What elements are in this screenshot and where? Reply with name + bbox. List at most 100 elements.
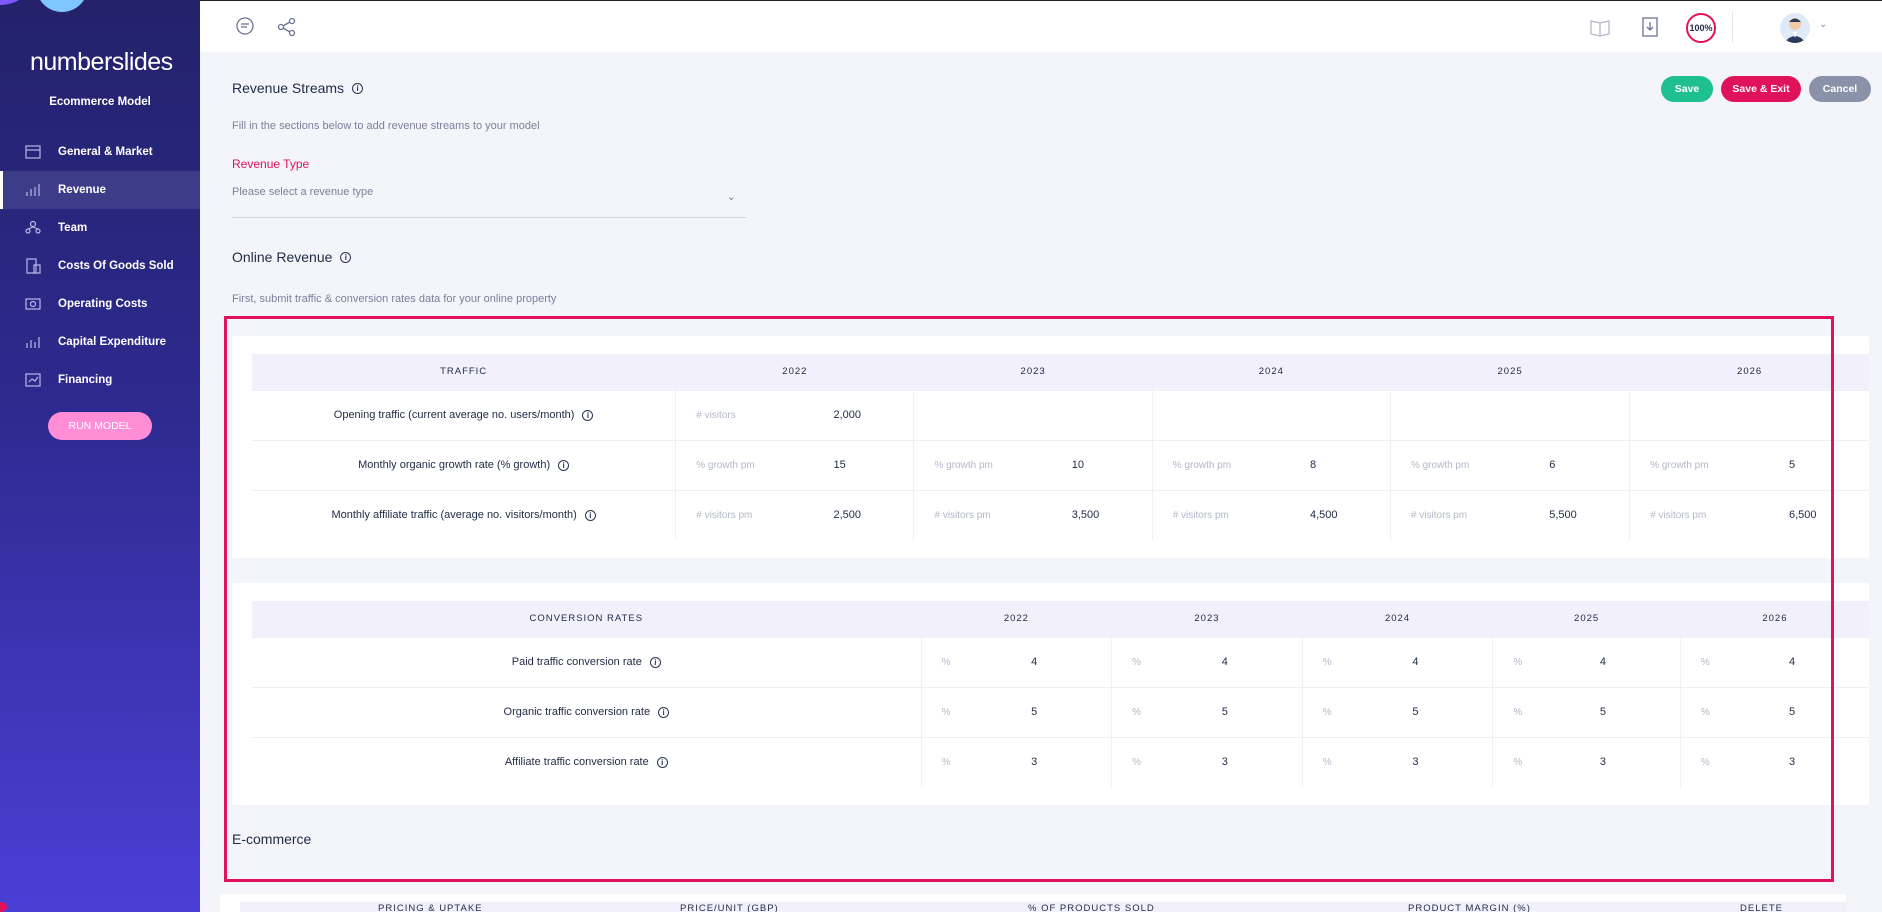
input-cell[interactable]: % 3 bbox=[1301, 736, 1493, 787]
cell-value[interactable]: 6,500 bbox=[1789, 509, 1849, 521]
sidebar-item-financing[interactable]: Financing bbox=[0, 361, 200, 399]
unit-label: # visitors bbox=[696, 409, 736, 421]
cell-value[interactable]: 6 bbox=[1549, 459, 1609, 471]
info-icon[interactable]: i bbox=[656, 756, 668, 768]
unit-label: % bbox=[941, 656, 951, 668]
input-cell[interactable]: % 3 bbox=[1492, 736, 1681, 787]
sidebar: numberslides Ecommerce Model General & M… bbox=[0, 0, 200, 912]
info-icon[interactable]: i bbox=[582, 409, 594, 421]
input-cell[interactable]: % 5 bbox=[1492, 686, 1681, 737]
share-icon[interactable] bbox=[276, 16, 298, 38]
cell-value[interactable]: 3 bbox=[1789, 756, 1849, 768]
cell-value[interactable]: 5 bbox=[1031, 706, 1091, 718]
comment-icon[interactable] bbox=[234, 16, 256, 38]
input-cell[interactable]: % growth pm 10 bbox=[913, 439, 1153, 490]
column-header: DELETE bbox=[1740, 903, 1783, 912]
input-cell[interactable]: # visitors pm 3,500 bbox=[913, 489, 1153, 540]
cell-value[interactable]: 4 bbox=[1412, 656, 1472, 668]
cell-value[interactable]: 5,500 bbox=[1549, 509, 1609, 521]
table-row: Organic traffic conversion rate i % 5 % 5 %… bbox=[252, 686, 1869, 737]
column-header: TRAFFIC bbox=[252, 354, 676, 390]
chevron-down-icon[interactable]: ⌄ bbox=[1819, 19, 1827, 30]
revenue-type-select[interactable]: Please select a revenue type ⌄ bbox=[232, 176, 746, 218]
cell-value[interactable]: 3 bbox=[1222, 756, 1282, 768]
input-cell[interactable]: % 5 bbox=[1301, 686, 1493, 737]
avatar[interactable] bbox=[1780, 13, 1810, 43]
input-cell[interactable]: # visitors 2,000 bbox=[675, 389, 914, 440]
column-header: 2022 bbox=[920, 601, 1112, 637]
input-cell[interactable]: % 4 bbox=[1679, 636, 1869, 687]
input-cell[interactable]: % growth pm 15 bbox=[675, 439, 914, 490]
input-cell[interactable]: # visitors pm 2,500 bbox=[675, 489, 914, 540]
input-cell[interactable]: % 5 bbox=[1679, 686, 1869, 737]
progress-indicator[interactable]: 100% bbox=[1686, 13, 1716, 43]
input-cell[interactable]: # visitors pm 4,500 bbox=[1151, 489, 1391, 540]
info-icon[interactable]: i bbox=[584, 509, 596, 521]
sidebar-item-capital-expenditure[interactable]: Capital Expenditure bbox=[0, 323, 200, 361]
sidebar-item-revenue[interactable]: Revenue bbox=[0, 171, 200, 209]
cell-value[interactable]: 4 bbox=[1222, 656, 1282, 668]
cell-value[interactable]: 10 bbox=[1072, 459, 1132, 471]
input-cell[interactable]: % 3 bbox=[1111, 736, 1303, 787]
info-icon[interactable]: i bbox=[340, 251, 352, 263]
input-cell[interactable]: % 5 bbox=[920, 686, 1112, 737]
column-header: 2023 bbox=[1111, 601, 1303, 637]
cell-value[interactable]: 4 bbox=[1031, 656, 1091, 668]
cell-value[interactable]: 5 bbox=[1222, 706, 1282, 718]
cell-value[interactable]: 4,500 bbox=[1310, 509, 1370, 521]
cell-value[interactable]: 5 bbox=[1789, 459, 1849, 471]
input-cell[interactable]: % 4 bbox=[920, 636, 1112, 687]
input-cell[interactable]: % 4 bbox=[1301, 636, 1493, 687]
cell-value[interactable]: 5 bbox=[1789, 706, 1849, 718]
sidebar-item-cogs[interactable]: Costs Of Goods Sold bbox=[0, 247, 200, 285]
save-exit-button[interactable]: Save & Exit bbox=[1721, 76, 1801, 102]
cell-value[interactable]: 4 bbox=[1789, 656, 1849, 668]
cell-value[interactable]: 15 bbox=[833, 459, 893, 471]
input-cell[interactable]: # visitors pm 5,500 bbox=[1389, 489, 1630, 540]
input-cell[interactable]: % 4 bbox=[1111, 636, 1303, 687]
empty-cell bbox=[1389, 389, 1630, 440]
save-button[interactable]: Save bbox=[1661, 76, 1713, 102]
page-subtitle: Fill in the sections below to add revenu… bbox=[232, 120, 540, 132]
input-cell[interactable]: % 4 bbox=[1492, 636, 1681, 687]
cell-value[interactable]: 5 bbox=[1412, 706, 1472, 718]
sidebar-item-operating-costs[interactable]: Operating Costs bbox=[0, 285, 200, 323]
cell-value[interactable]: 3 bbox=[1031, 756, 1091, 768]
cell-value[interactable]: 2,000 bbox=[833, 409, 893, 421]
run-model-button[interactable]: RUN MODEL bbox=[48, 412, 152, 440]
row-label-cell: Affiliate traffic conversion rate i bbox=[252, 736, 922, 787]
row-label-cell: Monthly affiliate traffic (average no. v… bbox=[252, 489, 676, 540]
cell-value[interactable]: 8 bbox=[1310, 459, 1370, 471]
chart-icon bbox=[26, 184, 40, 196]
input-cell[interactable]: % 5 bbox=[1111, 686, 1303, 737]
main-content: Revenue Streams i Fill in the sections b… bbox=[200, 52, 1882, 912]
cell-value[interactable]: 3 bbox=[1600, 756, 1660, 768]
input-cell[interactable]: % growth pm 6 bbox=[1389, 439, 1630, 490]
info-icon[interactable]: i bbox=[352, 82, 364, 94]
brand-logo[interactable]: numberslides bbox=[30, 48, 173, 77]
cell-value[interactable]: 5 bbox=[1600, 706, 1660, 718]
cell-value[interactable]: 2,500 bbox=[833, 509, 893, 521]
unit-label: # visitors pm bbox=[1410, 509, 1468, 521]
cell-value[interactable]: 3,500 bbox=[1072, 509, 1132, 521]
info-icon[interactable]: i bbox=[649, 656, 661, 668]
sidebar-item-team[interactable]: Team bbox=[0, 209, 200, 247]
cell-value[interactable]: 3 bbox=[1412, 756, 1472, 768]
input-cell[interactable]: # visitors pm 6,500 bbox=[1629, 489, 1869, 540]
input-cell[interactable]: % growth pm 8 bbox=[1151, 439, 1391, 490]
input-cell[interactable]: % growth pm 5 bbox=[1629, 439, 1869, 490]
unit-label: % bbox=[1700, 706, 1710, 718]
info-icon[interactable]: i bbox=[658, 706, 670, 718]
sidebar-item-general-market[interactable]: General & Market bbox=[0, 133, 200, 171]
column-header: 2025 bbox=[1492, 601, 1681, 637]
download-icon[interactable] bbox=[1639, 16, 1661, 38]
info-icon[interactable]: i bbox=[558, 459, 570, 471]
input-cell[interactable]: % 3 bbox=[920, 736, 1112, 787]
empty-cell bbox=[1151, 389, 1391, 440]
cancel-button[interactable]: Cancel bbox=[1809, 76, 1871, 102]
book-icon[interactable] bbox=[1589, 16, 1611, 38]
unit-label: % bbox=[1322, 706, 1332, 718]
table-row: Monthly affiliate traffic (average no. v… bbox=[252, 489, 1869, 540]
input-cell[interactable]: % 3 bbox=[1679, 736, 1869, 787]
cell-value[interactable]: 4 bbox=[1600, 656, 1660, 668]
